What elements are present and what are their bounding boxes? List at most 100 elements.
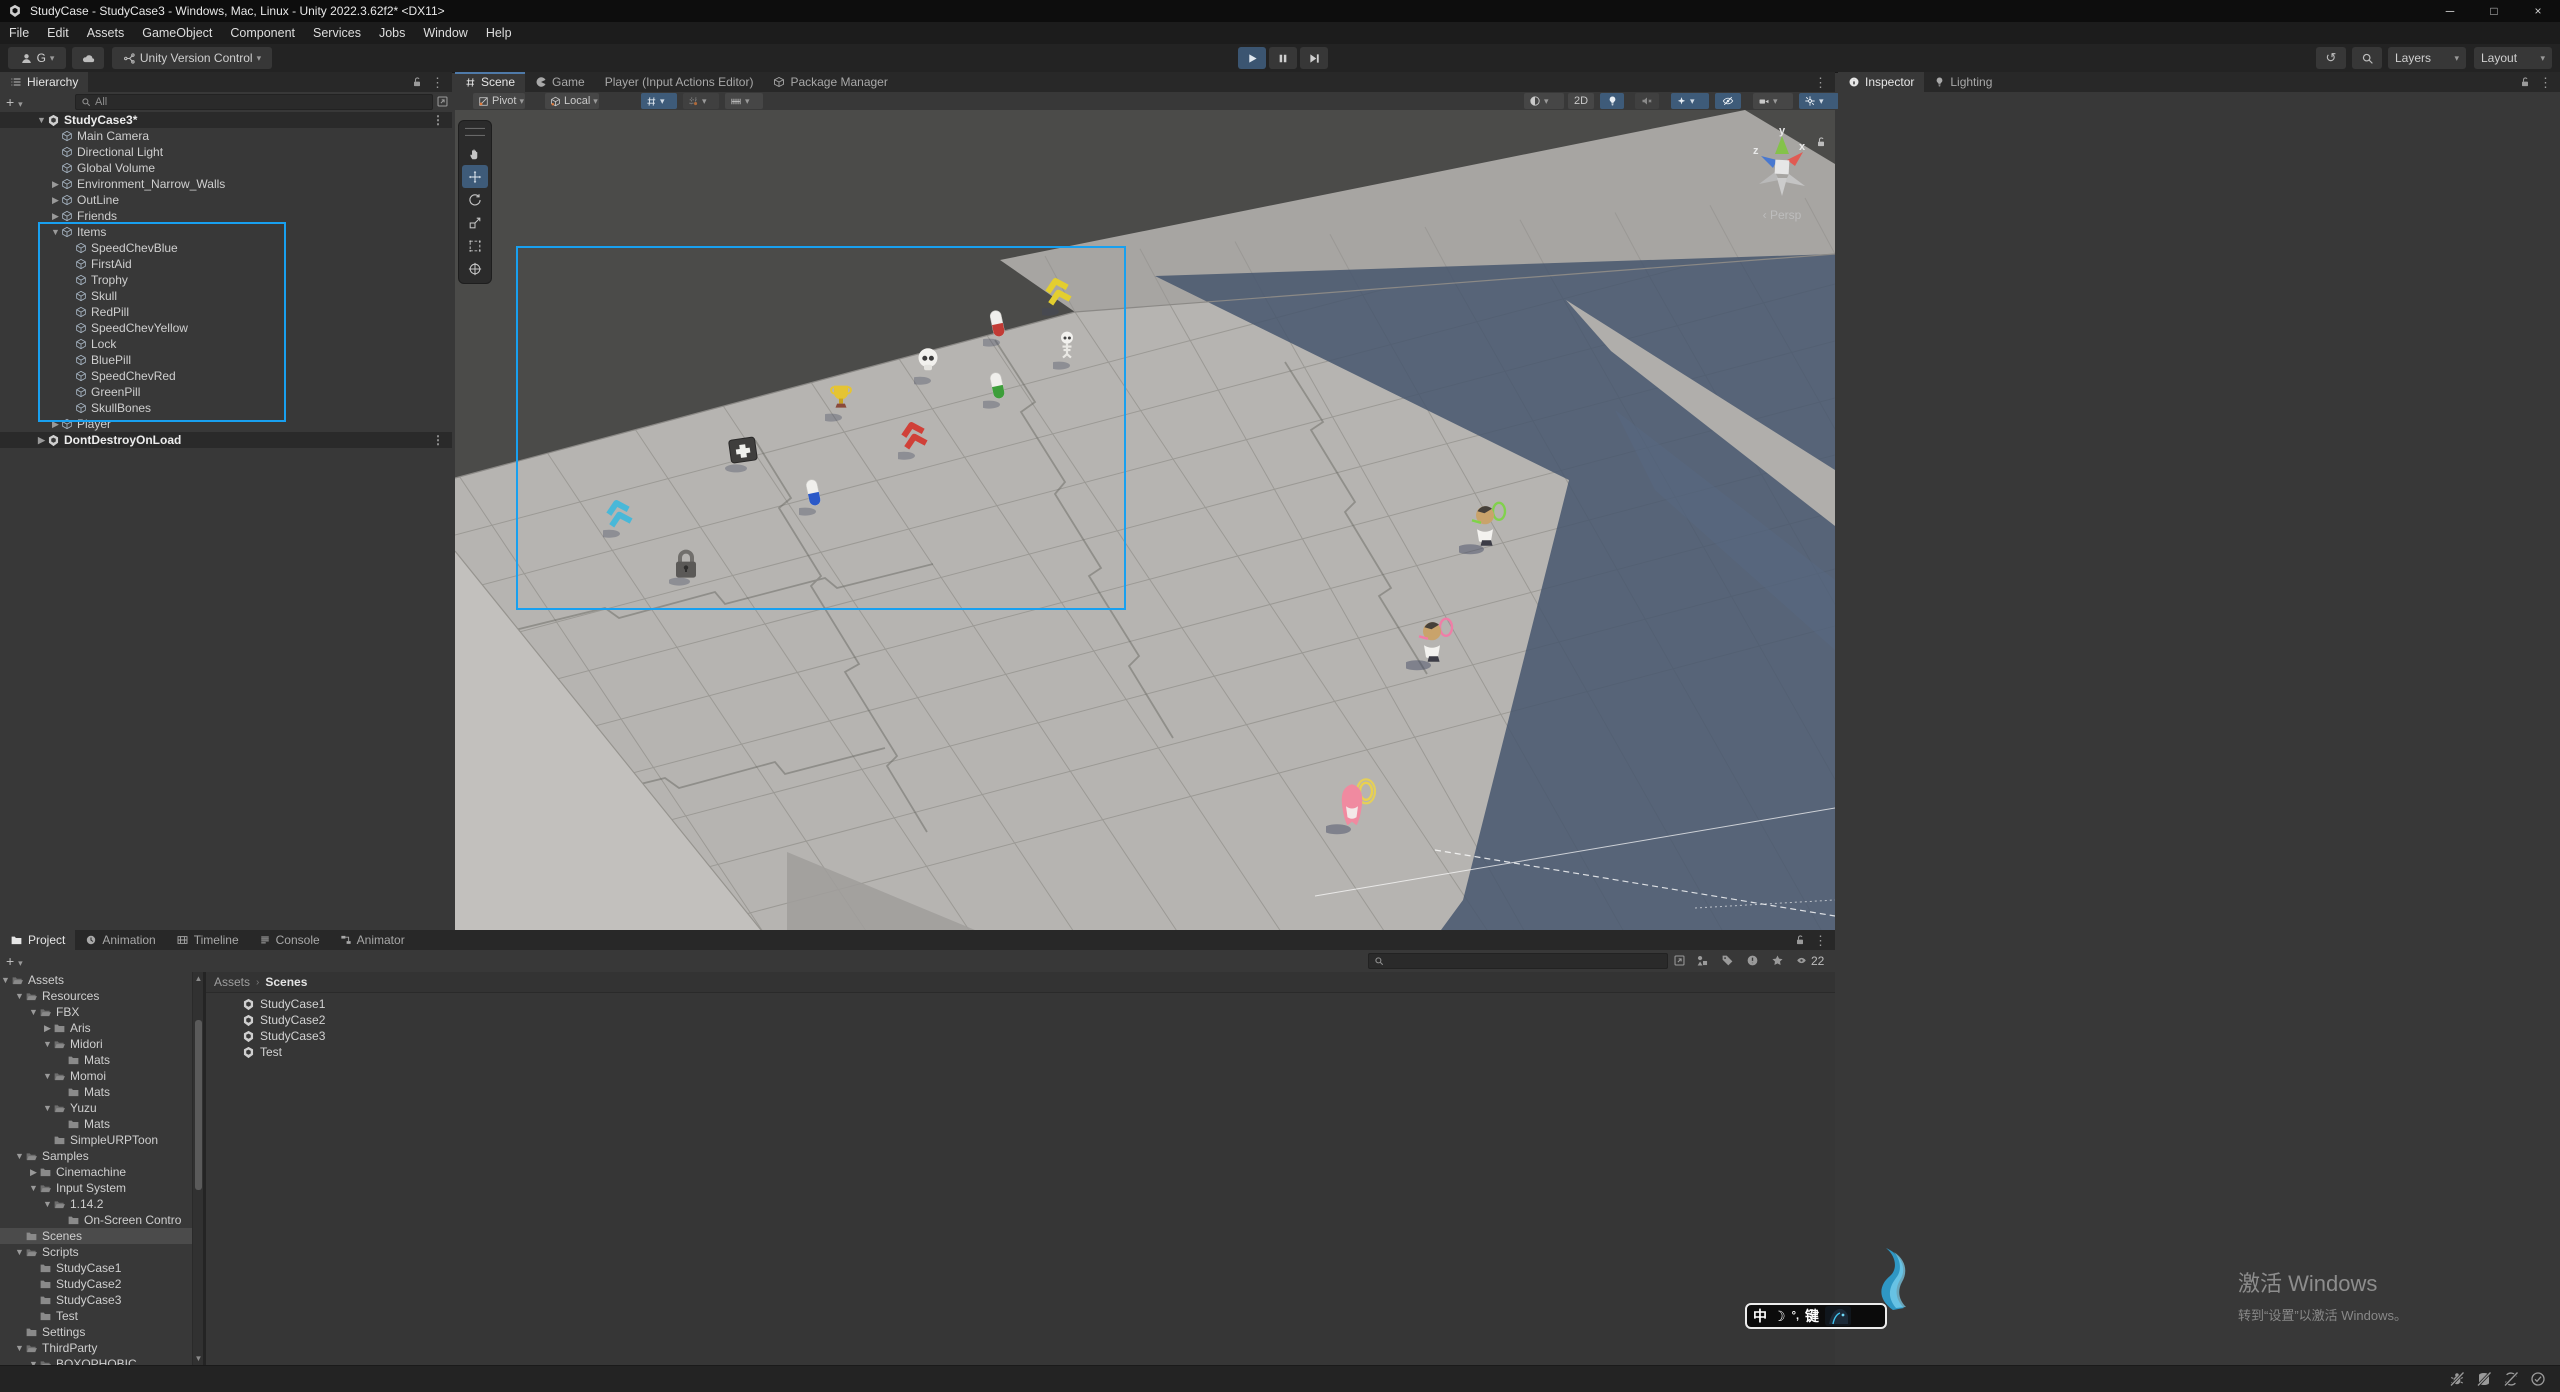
scene-visibility-toggle[interactable] <box>1715 93 1741 109</box>
layout-dropdown[interactable]: Layout ▾ <box>2474 47 2552 69</box>
project-folder-Mats[interactable]: Mats <box>0 1084 192 1100</box>
project-folder-Samples[interactable]: ▼Samples <box>0 1148 192 1164</box>
breadcrumb[interactable]: Assets › Scenes <box>214 975 307 989</box>
ime-soft-keyboard[interactable]: 键 <box>1805 1306 1819 1326</box>
gizmo-lock-open-icon[interactable] <box>1815 136 1827 148</box>
hierarchy-row-StudyCase3-[interactable]: ▼StudyCase3*⋮ <box>0 112 452 128</box>
expander-icon[interactable]: ▼ <box>28 1007 39 1017</box>
draw-mode-dropdown[interactable]: ▾ <box>1524 93 1564 109</box>
menu-services[interactable]: Services <box>304 22 370 44</box>
kebab-menu-icon[interactable]: ⋮ <box>432 113 444 127</box>
project-files-pane[interactable]: Assets › Scenes StudyCase1StudyCase2Stud… <box>206 972 1835 1365</box>
tab-package-manager[interactable]: Package Manager <box>763 72 897 92</box>
snap-increment-toggle[interactable]: ▾ <box>683 93 719 109</box>
play-button[interactable] <box>1238 47 1266 69</box>
project-folder-SimpleURPToon[interactable]: SimpleURPToon <box>0 1132 192 1148</box>
kebab-menu-icon[interactable]: ⋮ <box>2539 76 2552 89</box>
lock-open-icon[interactable] <box>1794 934 1806 946</box>
expander-icon[interactable]: ▼ <box>42 1103 53 1113</box>
scrollbar-thumb[interactable] <box>195 1020 202 1190</box>
menu-gameobject[interactable]: GameObject <box>133 22 221 44</box>
scene-character-player-pink-hair[interactable] <box>1326 776 1380 841</box>
project-folder-On-Screen-Contro[interactable]: On-Screen Contro <box>0 1212 192 1228</box>
project-folder-Input-System[interactable]: ▼Input System <box>0 1180 192 1196</box>
rect-tool-button[interactable] <box>462 234 488 257</box>
project-folder-FBX[interactable]: ▼FBX <box>0 1004 192 1020</box>
file-StudyCase3[interactable]: StudyCase3 <box>242 1028 325 1044</box>
hierarchy-row-Items[interactable]: ▼Items <box>0 224 452 240</box>
move-tool-button[interactable] <box>462 165 488 188</box>
search-by-label-icon[interactable] <box>1721 954 1734 967</box>
effects-dropdown[interactable]: ▾ <box>1671 93 1709 109</box>
rotate-tool-button[interactable] <box>462 188 488 211</box>
scene-object-Trophy[interactable] <box>825 382 857 431</box>
hierarchy-row-Main-Camera[interactable]: Main Camera <box>0 128 452 144</box>
kebab-menu-icon[interactable]: ⋮ <box>1814 934 1827 947</box>
menu-file[interactable]: File <box>0 22 38 44</box>
scene-character-friend-green-halo[interactable] <box>1459 496 1513 561</box>
expander-icon[interactable]: ▶ <box>50 195 61 206</box>
project-folder-Yuzu[interactable]: ▼Yuzu <box>0 1100 192 1116</box>
transform-tool-button[interactable] <box>462 257 488 280</box>
hand-tool-button[interactable] <box>462 142 488 165</box>
scene-object-GreenPill[interactable] <box>983 369 1013 418</box>
transform-toolstrip[interactable]: ———— <box>458 120 492 284</box>
tab-scene[interactable]: Scene <box>455 72 525 92</box>
hierarchy-row-GreenPill[interactable]: GreenPill <box>0 384 452 400</box>
expander-icon[interactable]: ▼ <box>28 1183 39 1193</box>
eye-icon[interactable] <box>1795 955 1808 966</box>
expander-icon[interactable]: ▶ <box>36 435 47 446</box>
hierarchy-row-Global-Volume[interactable]: Global Volume <box>0 160 452 176</box>
scene-lighting-toggle[interactable] <box>1600 93 1624 109</box>
tab-animation[interactable]: Animation <box>75 930 165 950</box>
tab-project[interactable]: Project <box>0 930 75 950</box>
menu-assets[interactable]: Assets <box>78 22 134 44</box>
add-gameobject-button[interactable]: + ▾ <box>6 94 23 110</box>
project-folder-Cinemachine[interactable]: ▶Cinemachine <box>0 1164 192 1180</box>
expander-icon[interactable]: ▼ <box>14 991 25 1001</box>
hierarchy-row-Player[interactable]: ▶Player <box>0 416 452 432</box>
tab-player-input-actions-editor-[interactable]: Player (Input Actions Editor) <box>595 72 764 92</box>
expander-icon[interactable]: ▼ <box>36 115 47 125</box>
camera-settings-dropdown[interactable]: ▾ <box>1753 93 1793 109</box>
project-folder-Resources[interactable]: ▼Resources <box>0 988 192 1004</box>
hierarchy-row-Friends[interactable]: ▶Friends <box>0 208 452 224</box>
projection-label[interactable]: ‹ Persp <box>1741 208 1823 222</box>
file-StudyCase1[interactable]: StudyCase1 <box>242 996 325 1012</box>
hierarchy-row-SkullBones[interactable]: SkullBones <box>0 400 452 416</box>
project-folder-Scripts[interactable]: ▼Scripts <box>0 1244 192 1260</box>
lock-open-icon[interactable] <box>411 76 423 88</box>
project-folder-Assets[interactable]: ▼Assets <box>0 972 192 988</box>
expander-icon[interactable]: ▶ <box>42 1023 53 1034</box>
project-folder-Test[interactable]: Test <box>0 1308 192 1324</box>
expander-icon[interactable]: ▼ <box>14 1343 25 1353</box>
project-folder-Mats[interactable]: Mats <box>0 1052 192 1068</box>
scene-object-Skull[interactable] <box>914 345 944 392</box>
hierarchy-row-Skull[interactable]: Skull <box>0 288 452 304</box>
2d-toggle[interactable]: 2D <box>1568 93 1594 109</box>
tab-inspector[interactable]: Inspector <box>1838 72 1924 92</box>
project-folder-Mats[interactable]: Mats <box>0 1116 192 1132</box>
step-button[interactable] <box>1300 47 1328 69</box>
scene-object-RedPill[interactable] <box>983 307 1013 356</box>
hierarchy-row-Trophy[interactable]: Trophy <box>0 272 452 288</box>
ime-halfwidth-moon-icon[interactable]: ☽ <box>1773 1308 1786 1325</box>
minimize-button[interactable]: ─ <box>2428 0 2472 22</box>
scene-viewport[interactable]: ———— y x z ‹ Persp <box>455 110 1835 930</box>
project-folder-Aris[interactable]: ▶Aris <box>0 1020 192 1036</box>
scene-object-Lock[interactable] <box>669 546 705 595</box>
scene-object-BluePill[interactable] <box>799 476 829 525</box>
menu-component[interactable]: Component <box>221 22 304 44</box>
hierarchy-row-Directional-Light[interactable]: Directional Light <box>0 144 452 160</box>
cloud-button[interactable] <box>72 47 104 69</box>
project-search-input[interactable] <box>1368 953 1668 969</box>
scene-object-SpeedChevRed[interactable] <box>898 420 932 467</box>
hierarchy-row-OutLine[interactable]: ▶OutLine <box>0 192 452 208</box>
project-folder-StudyCase2[interactable]: StudyCase2 <box>0 1276 192 1292</box>
cache-server-disconnected-icon[interactable] <box>2476 1371 2492 1387</box>
pause-button[interactable] <box>1269 47 1297 69</box>
hierarchy-row-BluePill[interactable]: BluePill <box>0 352 452 368</box>
expander-icon[interactable]: ▼ <box>14 1151 25 1161</box>
hierarchy-row-SpeedChevYellow[interactable]: SpeedChevYellow <box>0 320 452 336</box>
project-folder-StudyCase3[interactable]: StudyCase3 <box>0 1292 192 1308</box>
